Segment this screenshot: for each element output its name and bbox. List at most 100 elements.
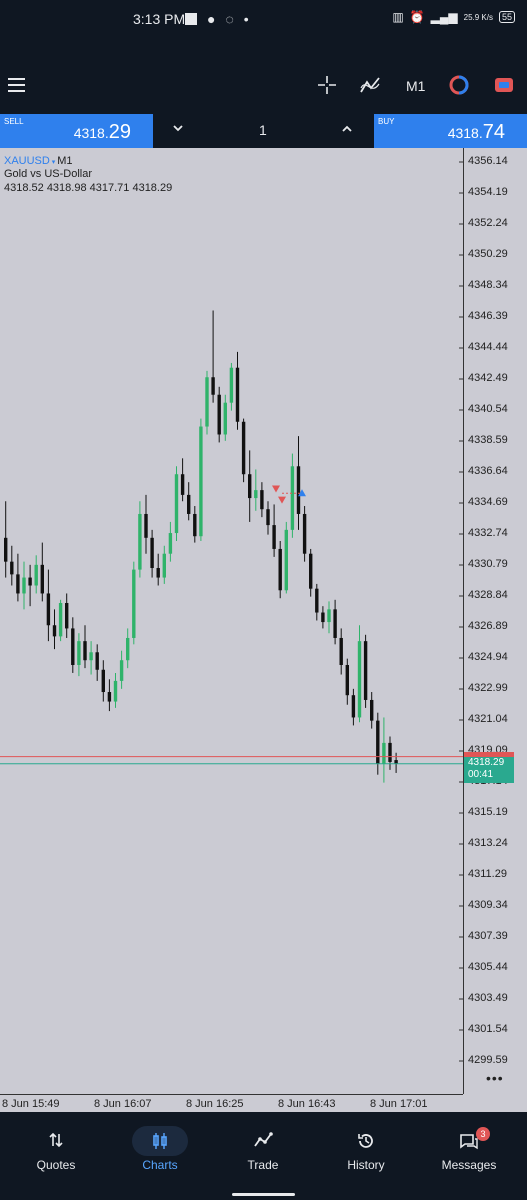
price-tick-label: 4301.54 <box>468 1023 508 1035</box>
nav-messages[interactable]: 3 Messages <box>419 1112 519 1182</box>
nav-trade[interactable]: Trade <box>213 1112 313 1182</box>
nav-trade-label: Trade <box>247 1158 279 1172</box>
nav-quotes[interactable]: Quotes <box>6 1112 106 1182</box>
bear-candle <box>302 513 307 554</box>
price-tick-label: 4356.14 <box>468 155 508 167</box>
nav-quotes-label: Quotes <box>36 1158 76 1172</box>
signal-icon: ▂▄▆ <box>430 10 458 24</box>
time-tick-label: 8 Jun 17:01 <box>370 1098 428 1110</box>
bull-candle <box>205 377 209 427</box>
bear-candle <box>241 421 246 475</box>
bull-candle <box>357 641 362 718</box>
bear-candle <box>394 760 398 764</box>
bear-candle <box>16 574 20 594</box>
buy-price-main: 4318. <box>447 125 483 141</box>
time-tick-label: 8 Jun 15:49 <box>2 1098 60 1110</box>
lot-size-value[interactable]: 1 <box>259 122 267 138</box>
price-tick-label: 4303.49 <box>468 992 508 1004</box>
hamburger-icon[interactable] <box>8 78 25 92</box>
price-tick-label: 4330.79 <box>468 558 508 570</box>
bear-candle <box>217 394 221 435</box>
history-icon <box>358 1134 373 1148</box>
buy-price: 4318.74 <box>448 121 505 144</box>
price-tick-label: 4321.04 <box>468 713 508 725</box>
bull-candle <box>284 529 288 591</box>
price-tick-label: 4326.89 <box>468 620 508 632</box>
chevron-up-icon[interactable] <box>341 123 353 135</box>
bear-candle <box>187 494 191 514</box>
alarm-icon: ⏰ <box>409 10 425 24</box>
notification-icons: ● ◌ • <box>185 11 249 27</box>
bull-candle <box>162 553 166 578</box>
bear-candle <box>266 509 270 526</box>
price-tick-label: 4346.39 <box>468 310 508 322</box>
bull-candle <box>223 402 227 435</box>
notification-chat-icon: ● <box>207 11 216 27</box>
bear-candle <box>260 490 264 510</box>
candlestick-series <box>0 161 463 1062</box>
nav-messages-label: Messages <box>441 1158 497 1172</box>
chart-toolbar: M1 <box>0 56 527 114</box>
bull-candle <box>58 602 63 637</box>
sell-price-pips: 29 <box>108 121 131 143</box>
bear-candle <box>71 628 75 665</box>
bull-candle <box>229 367 234 403</box>
buy-price-pips: 74 <box>482 121 505 143</box>
bull-candle <box>199 426 203 537</box>
bar-countdown: 00:41 <box>468 769 494 780</box>
bid-price-marker: 4318.29 00:41 <box>464 757 514 783</box>
bull-candle <box>382 742 386 764</box>
bear-candle <box>101 669 105 693</box>
indicators-icon[interactable] <box>359 74 381 96</box>
bear-candle <box>40 564 44 594</box>
nav-history[interactable]: History <box>316 1112 416 1182</box>
objects-icon[interactable] <box>448 74 470 96</box>
bull-candle <box>138 513 142 570</box>
price-tick-label: 4311.29 <box>468 868 507 880</box>
bull-candle <box>174 474 179 534</box>
bear-candle <box>65 602 69 629</box>
timeframe-button[interactable]: M1 <box>406 78 425 94</box>
more-options-icon[interactable]: ••• <box>486 1070 504 1086</box>
bear-candle <box>95 652 99 670</box>
chevron-down-icon[interactable] <box>172 122 184 134</box>
nav-charts[interactable]: Charts <box>110 1112 210 1182</box>
bull-candle <box>126 637 130 661</box>
bull-candle <box>22 577 26 594</box>
system-icons: ▥ ⏰ ▂▄▆ 25.9 K/s 55 <box>392 10 515 24</box>
one-click-trade-panel: SELL 4318.29 1 BUY 4318.74 <box>0 114 527 148</box>
bear-candle <box>248 474 252 499</box>
bull-candle <box>113 680 118 702</box>
sell-button[interactable]: SELL 4318.29 <box>0 114 153 148</box>
bear-candle <box>107 692 112 702</box>
bull-candle <box>132 569 136 638</box>
price-chart[interactable]: XAUUSD ▾ M1 Gold vs US-Dollar 4318.52 43… <box>0 148 527 1112</box>
bear-candle <box>180 474 185 495</box>
bear-candle <box>28 577 32 586</box>
buy-button[interactable]: BUY 4318.74 <box>374 114 527 148</box>
bear-candle <box>345 664 349 696</box>
price-tick-label: 4338.59 <box>468 434 508 446</box>
price-tick-label: 4332.74 <box>468 527 508 539</box>
status-bar: 3:13 PM ● ◌ • ▥ ⏰ ▂▄▆ 25.9 K/s 55 <box>0 0 527 38</box>
bear-candle <box>321 612 325 623</box>
sell-price-main: 4318. <box>73 125 109 141</box>
sell-marker <box>278 496 286 504</box>
time-tick-label: 8 Jun 16:07 <box>94 1098 152 1110</box>
crosshair-icon[interactable] <box>316 74 338 96</box>
notification-square-icon <box>185 13 197 25</box>
quotes-icon <box>49 1132 63 1148</box>
price-tick-label: 4334.69 <box>468 496 508 508</box>
bear-candle <box>370 699 374 721</box>
bear-candle <box>272 525 276 549</box>
bear-candle <box>333 609 337 638</box>
price-tick-label: 4354.19 <box>468 186 508 198</box>
bear-candle <box>339 637 343 665</box>
bear-candle <box>10 561 14 575</box>
price-tick-label: 4342.49 <box>468 372 508 384</box>
nav-charts-label: Charts <box>142 1158 178 1172</box>
bear-candle <box>83 641 87 661</box>
bull-candle <box>119 660 124 681</box>
bear-candle <box>388 742 392 762</box>
one-click-trade-icon[interactable] <box>493 74 515 96</box>
